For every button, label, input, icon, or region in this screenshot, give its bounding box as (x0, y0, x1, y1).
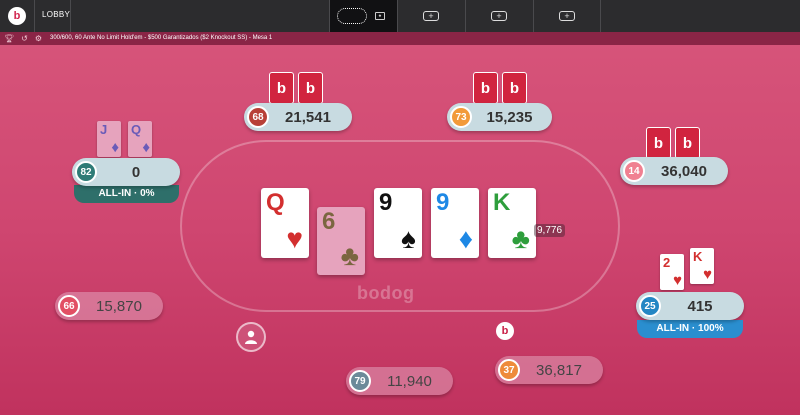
card-back-mark: b (480, 79, 491, 97)
heart-icon: ♥ (703, 266, 712, 283)
card-back-mark: b (276, 79, 287, 97)
player-level-badge: 25 (639, 295, 661, 317)
card-back: b (675, 127, 700, 159)
table-info-bar: 🏆︎ ↺ ⚙ 300/600, 60 Ante No Limit Hold'em… (0, 32, 800, 45)
bodog-watermark: bodog (357, 283, 415, 303)
card-back-mark: b (653, 134, 664, 152)
club-icon: ♣ (340, 240, 359, 271)
tab-current-table[interactable]: ♠ (329, 0, 397, 37)
pot-amount: 9,776 (534, 224, 566, 237)
cashier-icon[interactable]: ⚙ (35, 34, 42, 43)
player-level-badge: 66 (58, 295, 80, 317)
add-table-icon: + (491, 11, 507, 21)
add-table-icon: + (423, 11, 439, 21)
user-icon (245, 330, 257, 344)
history-icon[interactable]: ↺ (21, 34, 28, 43)
card-back: b (646, 127, 671, 159)
card-rank: K (693, 249, 703, 264)
empty-seat-button[interactable] (236, 322, 266, 352)
player-stack: 21,541 (285, 109, 331, 126)
diamond-icon: ♦ (111, 139, 119, 156)
card-back-mark: b (305, 79, 316, 97)
lobby-link[interactable]: LOBBY (42, 10, 70, 19)
table-thumbnail-icon (337, 8, 367, 24)
card-rank: Q (266, 189, 285, 216)
player-seat-5[interactable]: 25 415 (636, 292, 744, 320)
hole-card-1: 2 ♥ (660, 254, 684, 290)
player-seat-8[interactable]: 37 36,817 (495, 356, 603, 384)
player-seat-3[interactable]: 82 0 (72, 158, 180, 186)
player-level-badge: 73 (450, 106, 472, 128)
tab-add-table-1[interactable]: + (397, 0, 465, 32)
card-rank: K (493, 189, 511, 216)
add-table-icon: + (559, 11, 575, 21)
spade-icon: ♠ (401, 223, 416, 254)
player-seat-7[interactable]: 79 11,940 (346, 367, 453, 395)
heart-icon: ♥ (673, 272, 682, 289)
hole-card-1: J ♦ (97, 121, 121, 157)
diamond-icon: ♦ (142, 139, 150, 156)
hole-card-2: Q ♦ (128, 121, 152, 157)
hole-card-2: K ♥ (690, 248, 714, 284)
player-stack: 11,940 (387, 373, 432, 390)
divider (34, 0, 35, 32)
player-seat-2[interactable]: 73 15,235 (447, 103, 552, 131)
card-back: b (298, 72, 323, 104)
player-level-badge: 82 (75, 161, 97, 183)
card-rank: 6 (322, 208, 336, 235)
player-stack: 15,870 (96, 298, 142, 315)
card-rank: Q (131, 122, 142, 137)
player-stack: 15,235 (486, 109, 533, 126)
player-seat-6[interactable]: 66 15,870 (55, 292, 163, 320)
tab-add-table-3[interactable]: + (533, 0, 601, 32)
bodog-logo-icon: b (13, 9, 21, 22)
player-level-badge: 37 (498, 359, 520, 381)
board-card-2: 6 ♣ (317, 207, 365, 275)
card-rank: 9 (436, 189, 450, 216)
player-stack: 415 (687, 298, 713, 315)
card-back: b (502, 72, 527, 104)
board-card-5: K ♣ (488, 188, 536, 258)
all-in-status: ALL-IN · 100% (637, 320, 743, 338)
card-back: b (269, 72, 294, 104)
trophy-icon[interactable]: 🏆︎ (4, 34, 14, 43)
player-stack: 36,817 (536, 362, 582, 379)
card-back: b (473, 72, 498, 104)
player-level-badge: 68 (247, 106, 269, 128)
player-stack: 36,040 (661, 163, 707, 180)
board-card-3: 9 ♠ (374, 188, 422, 258)
tab-add-table-2[interactable]: + (465, 0, 533, 32)
player-seat-1[interactable]: 68 21,541 (244, 103, 352, 131)
top-bar: b LOBBY ♠ + + + (0, 0, 800, 37)
card-rank: J (100, 122, 108, 137)
player-level-badge: 14 (623, 160, 645, 182)
club-icon: ♣ (511, 223, 530, 254)
dealer-button: b (496, 322, 514, 340)
heart-icon: ♥ (286, 223, 303, 254)
card-rank: 2 (663, 255, 671, 270)
player-level-badge: 79 (349, 370, 371, 392)
all-in-status: ALL-IN · 0% (74, 185, 179, 203)
divider (70, 0, 71, 32)
board-card-4: 9 ♦ (431, 188, 479, 258)
table-info-text: 300/600, 60 Ante No Limit Hold'em - $500… (50, 35, 273, 41)
dealer-button-icon: b (501, 325, 509, 337)
cards-icon: ♠ (375, 12, 385, 20)
card-back-mark: b (682, 134, 693, 152)
card-back-mark: b (509, 79, 520, 97)
diamond-icon: ♦ (458, 223, 473, 254)
player-seat-4[interactable]: 14 36,040 (620, 157, 728, 185)
card-rank: 9 (379, 189, 393, 216)
bodog-logo-button[interactable]: b (8, 7, 26, 25)
board-card-1: Q ♥ (261, 188, 309, 258)
player-stack: 0 (131, 164, 141, 181)
